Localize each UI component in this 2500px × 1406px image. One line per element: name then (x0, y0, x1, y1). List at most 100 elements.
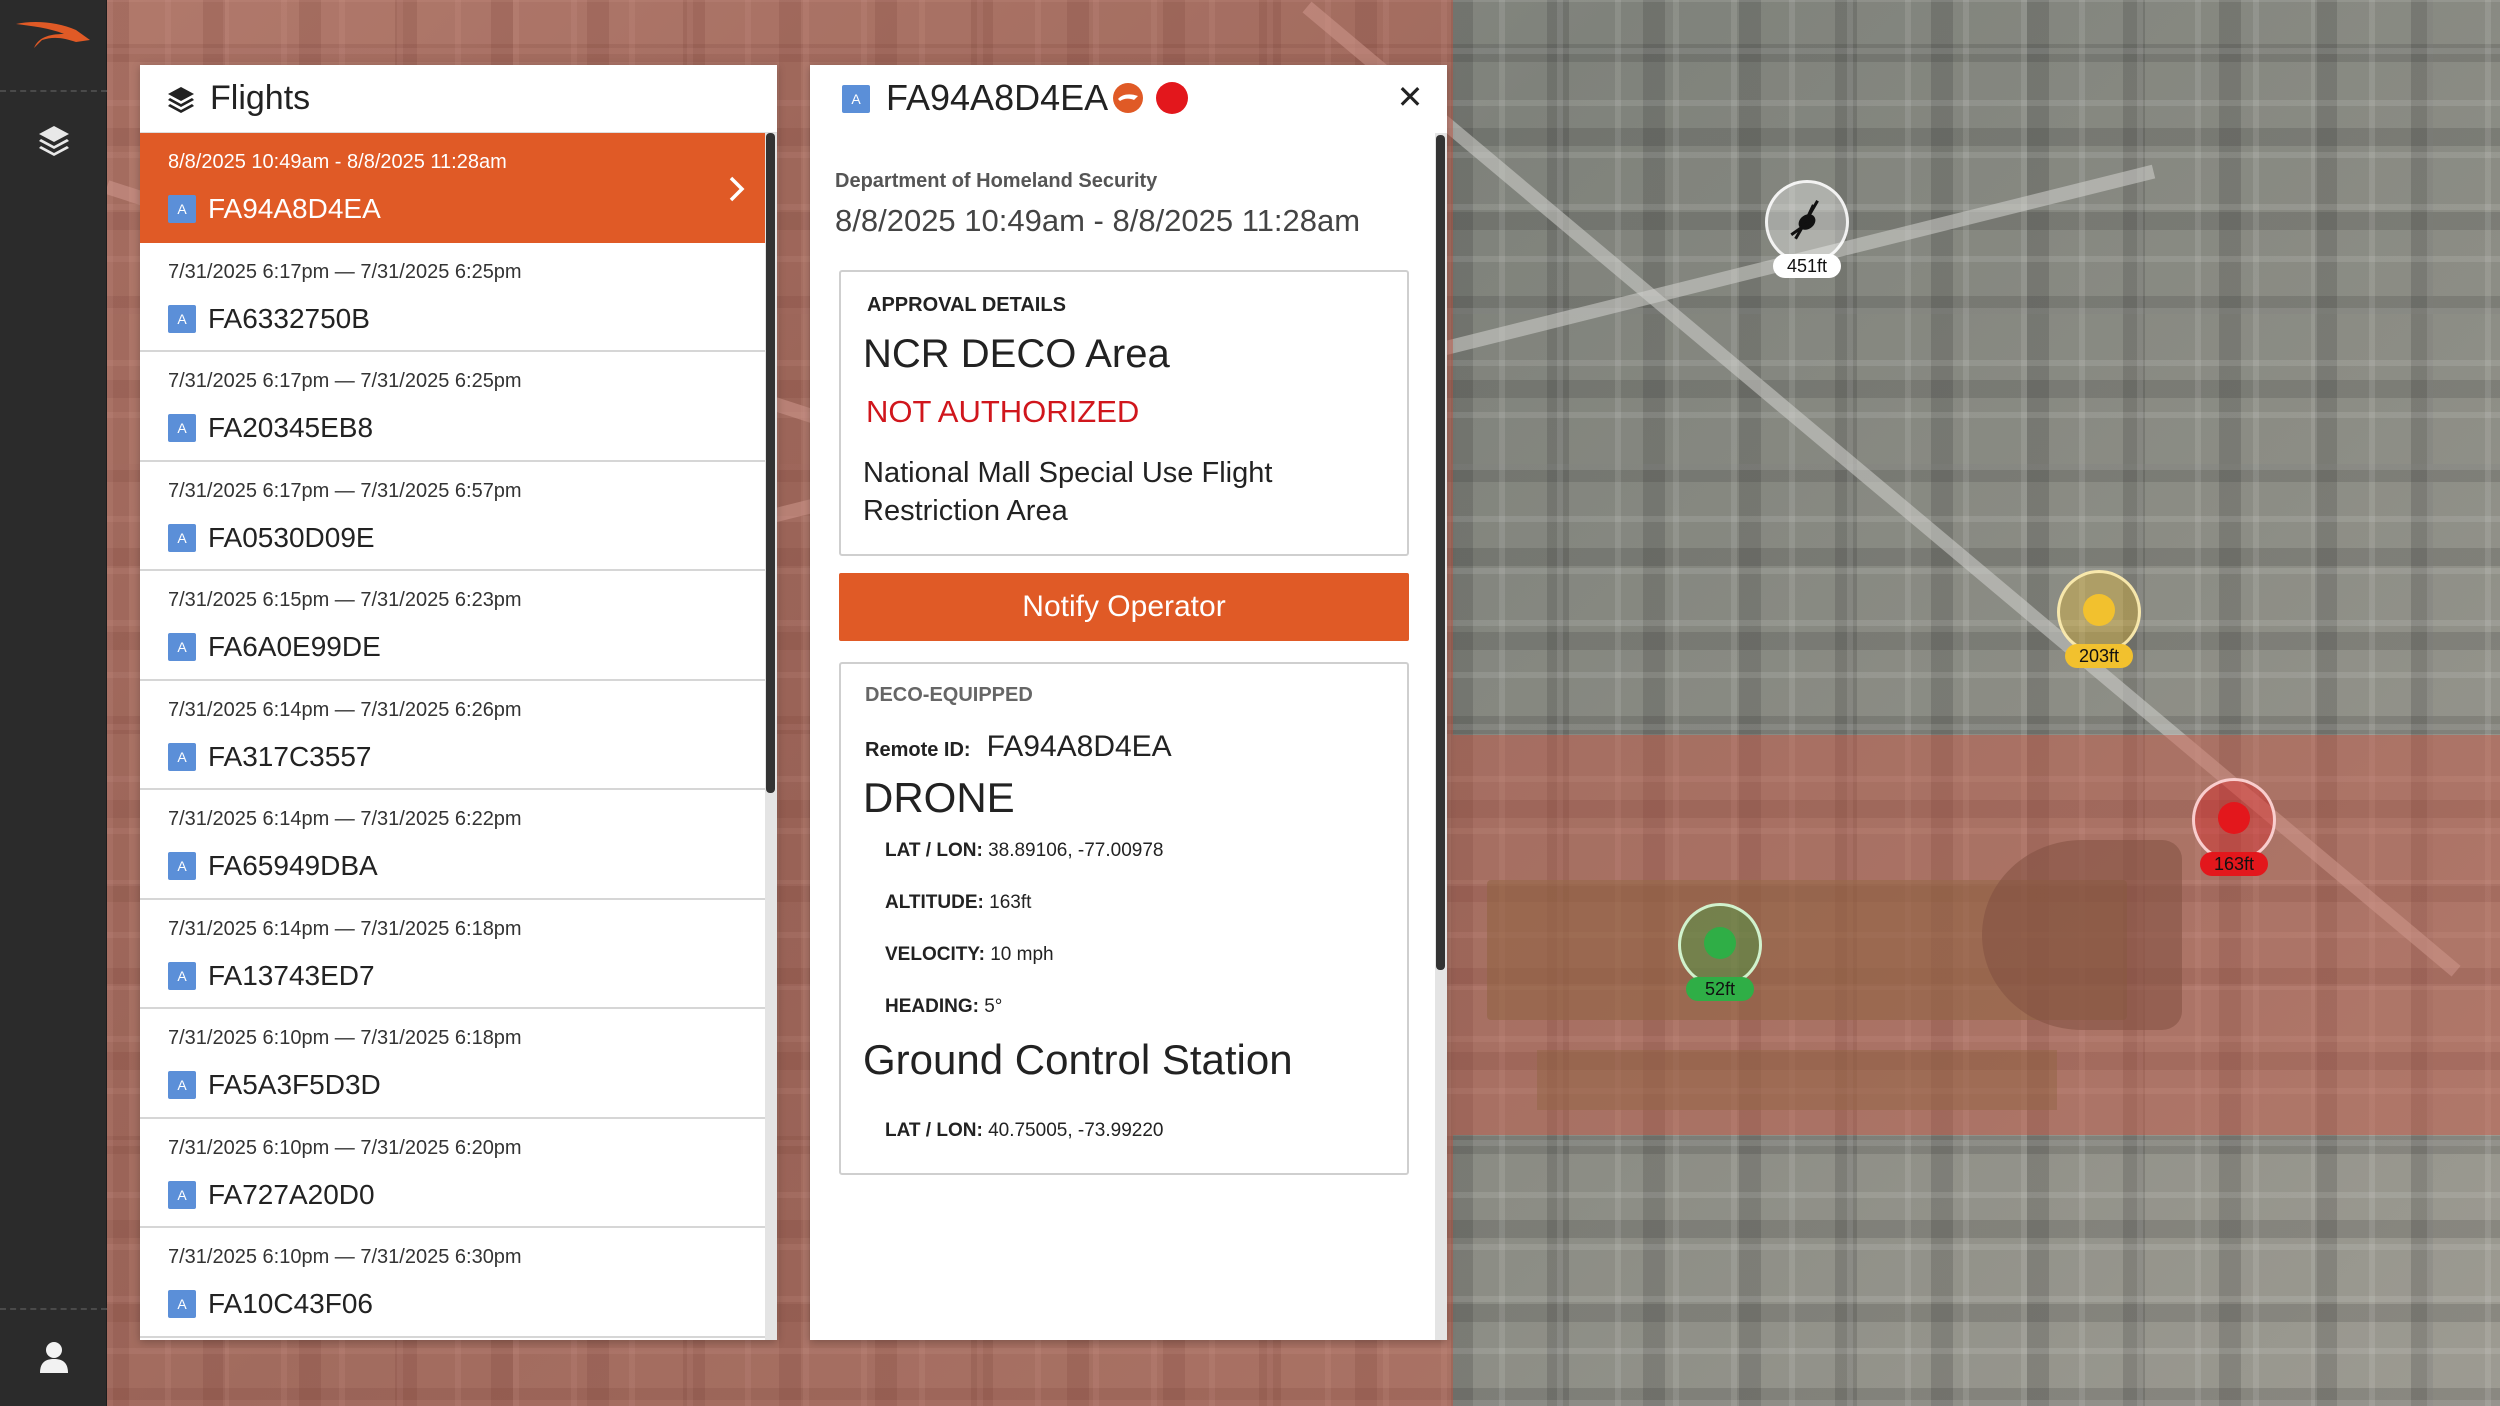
heading-label: HEADING: (885, 996, 979, 1017)
flight-time-range: 7/31/2025 6:14pm — 7/31/2025 6:18pm (168, 917, 522, 940)
approval-details-label: APPROVAL DETAILS (867, 294, 1066, 316)
notify-operator-button[interactable]: Notify Operator (839, 573, 1409, 641)
authorization-status: NOT AUTHORIZED (866, 394, 1140, 429)
flight-list-item[interactable]: 7/31/2025 6:10pm — 7/31/2025 6:20pm A FA… (140, 1119, 765, 1228)
flight-time-range: 7/31/2025 6:14pm — 7/31/2025 6:26pm (168, 698, 522, 721)
flights-panel-header: Flights (140, 65, 777, 133)
flight-list: 8/8/2025 10:49am - 8/8/2025 11:28am A FA… (140, 133, 765, 1338)
remote-id-type-badge: A (168, 742, 196, 771)
remote-id-type-badge: A (168, 1180, 196, 1209)
flight-id-line: A FA65949DBA (168, 850, 378, 882)
ground-control-station-heading: Ground Control Station (863, 1036, 1293, 1083)
gcs-latlon-value: 40.75005, -73.99220 (988, 1120, 1164, 1141)
remote-id-type-badge: A (168, 195, 196, 223)
rail-divider (0, 90, 107, 92)
flight-id-line: A FA5A3F5D3D (168, 1069, 381, 1101)
altitude-label: 52ft (1686, 977, 1754, 1001)
drone-latlon: LAT / LON: 38.89106, -77.00978 (885, 840, 1163, 862)
flights-panel-title: Flights (210, 79, 311, 117)
remote-id-type-badge: A (842, 85, 870, 113)
chevron-right-icon (729, 176, 745, 202)
remote-id-type-badge: A (168, 414, 196, 442)
flight-time-range: 7/31/2025 6:10pm — 7/31/2025 6:18pm (168, 1027, 522, 1049)
drone-icon (2218, 802, 2250, 834)
detail-scroll-thumb[interactable] (1436, 135, 1445, 970)
remote-id-label: Remote ID: (865, 739, 971, 761)
operator-organization: Department of Homeland Security (835, 170, 1158, 192)
flight-time-range: 7/31/2025 6:14pm — 7/31/2025 6:22pm (168, 808, 522, 830)
flight-id-line: A FA6332750B (168, 303, 370, 335)
flight-remote-id: FA13743ED7 (208, 959, 375, 991)
remote-id-value: FA94A8D4EA (986, 730, 1172, 763)
app-logo-icon[interactable] (14, 18, 92, 58)
velocity-value: 10 mph (990, 944, 1054, 965)
flight-remote-id: FA6332750B (208, 302, 370, 334)
flight-list-item[interactable]: 7/31/2025 6:14pm — 7/31/2025 6:18pm A FA… (140, 900, 765, 1009)
flight-time-range: 8/8/2025 10:49am - 8/8/2025 11:28am (168, 151, 507, 173)
status-indicator-dot (1156, 82, 1188, 114)
flight-list-item[interactable]: 7/31/2025 6:17pm — 7/31/2025 6:25pm A FA… (140, 243, 765, 352)
flight-list-item[interactable]: 7/31/2025 6:10pm — 7/31/2025 6:30pm A FA… (140, 1228, 765, 1338)
drone-icon (1704, 927, 1736, 959)
drone-latlon-value: 38.89106, -77.00978 (988, 840, 1164, 861)
flight-time-range: 7/31/2025 6:17pm — 7/31/2025 6:25pm (168, 260, 522, 283)
flight-id-line: A FA317C3557 (168, 741, 371, 773)
drone-section-heading: DRONE (863, 774, 1015, 821)
flight-remote-id: FA727A20D0 (208, 1178, 375, 1210)
flight-list-scroll-thumb[interactable] (766, 133, 775, 793)
flights-panel: Flights 8/8/2025 10:49am - 8/8/2025 11:2… (140, 65, 777, 1340)
app-sidebar (0, 0, 107, 1406)
drone-icon (2083, 594, 2115, 626)
flight-list-item[interactable]: 7/31/2025 6:14pm — 7/31/2025 6:22pm A FA… (140, 790, 765, 900)
flight-remote-id: FA20345EB8 (208, 412, 374, 443)
remote-id-type-badge: A (168, 961, 196, 990)
remote-id-type-badge: A (168, 1290, 196, 1318)
flight-list-item[interactable]: 7/31/2025 6:10pm — 7/31/2025 6:18pm A FA… (140, 1009, 765, 1119)
altitude-label: 203ft (2065, 644, 2133, 668)
deco-equipped-card: DECO-EQUIPPED Remote ID: FA94A8D4EA DRON… (839, 662, 1409, 1175)
flight-time-range: 7/31/2025 6:17pm — 7/31/2025 6:25pm (168, 370, 522, 392)
drone-heading: HEADING: 5° (885, 996, 1002, 1018)
restriction-description: National Mall Special Use Flight Restric… (863, 457, 1273, 527)
altitude-label: 163ft (2200, 852, 2268, 876)
gcs-latlon: LAT / LON: 40.75005, -73.99220 (885, 1120, 1163, 1142)
gcs-latlon-label: LAT / LON: (885, 1120, 983, 1141)
remote-id-type-badge: A (168, 304, 196, 333)
remote-id-line: Remote ID: FA94A8D4EA (865, 730, 1172, 764)
flight-list-item[interactable]: 7/31/2025 6:17pm — 7/31/2025 6:57pm A FA… (140, 462, 765, 571)
deco-equipped-label: DECO-EQUIPPED (865, 684, 1033, 706)
layers-icon[interactable] (36, 122, 72, 158)
flight-time-range: 7/31/2025 6:17pm — 7/31/2025 6:57pm (168, 479, 522, 502)
flight-time-range: 7/31/2025 6:10pm — 7/31/2025 6:20pm (168, 1136, 522, 1159)
flight-remote-id: FA317C3557 (208, 740, 372, 772)
flight-id-line: A FA0530D09E (168, 522, 375, 554)
remote-id-type-badge: A (168, 633, 196, 661)
flight-id-line: A FA20345EB8 (168, 412, 373, 444)
flight-list-item[interactable]: 7/31/2025 6:17pm — 7/31/2025 6:25pm A FA… (140, 352, 765, 462)
flight-remote-id: FA0530D09E (208, 521, 375, 553)
approval-details-card: APPROVAL DETAILS NCR DECO Area NOT AUTHO… (839, 270, 1409, 556)
flight-remote-id: FA10C43F06 (208, 1288, 373, 1319)
user-account-icon[interactable] (38, 1340, 70, 1374)
flight-id-line: A FA10C43F06 (168, 1288, 373, 1320)
flight-list-item[interactable]: 7/31/2025 6:15pm — 7/31/2025 6:23pm A FA… (140, 571, 765, 681)
detail-header: A FA94A8D4EA ✕ (810, 65, 1447, 133)
drone-altitude: ALTITUDE: 163ft (885, 892, 1031, 914)
rail-divider (0, 1308, 107, 1310)
remote-id-type-badge: A (168, 523, 196, 552)
heading-value: 5° (984, 996, 1003, 1017)
altitude-label: ALTITUDE: (885, 892, 984, 913)
remote-id-type-badge: A (168, 1071, 196, 1099)
velocity-label: VELOCITY: (885, 944, 985, 965)
helicopter-icon (1790, 199, 1819, 240)
flight-list-item[interactable]: 7/31/2025 6:14pm — 7/31/2025 6:26pm A FA… (140, 681, 765, 790)
remote-id-type-badge: A (168, 852, 196, 880)
layers-icon (168, 86, 194, 113)
approval-area-name: NCR DECO Area (863, 332, 1170, 376)
altitude-value: 163ft (989, 892, 1032, 913)
flight-id-line: A FA6A0E99DE (168, 631, 381, 663)
flight-id-line: A FA13743ED7 (168, 960, 375, 992)
close-icon[interactable]: ✕ (1396, 81, 1424, 113)
flight-id-line: A FA727A20D0 (168, 1179, 375, 1211)
flight-list-item[interactable]: 8/8/2025 10:49am - 8/8/2025 11:28am A FA… (140, 133, 765, 243)
